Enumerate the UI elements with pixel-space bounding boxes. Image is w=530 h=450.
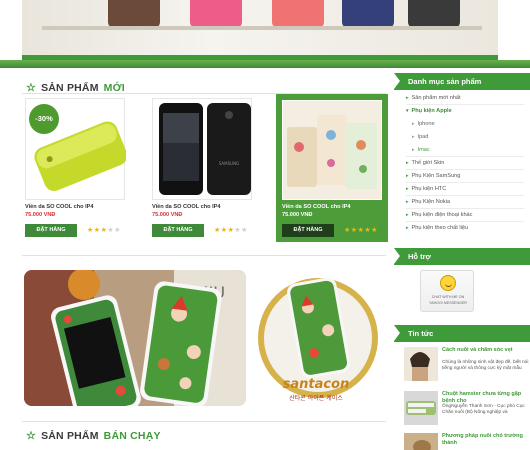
floral-wallet-case-image xyxy=(283,101,381,199)
category-item[interactable]: ▸ Thế giới Skin xyxy=(406,160,444,166)
order-button[interactable]: ĐẶT HÀNG xyxy=(25,224,77,237)
star-filled-icon: ★ xyxy=(87,227,94,234)
smiley-icon xyxy=(440,275,456,291)
christmas-phones-image: MIU xyxy=(24,270,246,406)
sidebar-news-header: Tin tức xyxy=(394,325,530,342)
news-item[interactable]: Phương pháp nuôi chó trường thành xyxy=(404,433,530,450)
banner-case-black xyxy=(408,0,460,28)
banner-case-navy xyxy=(342,0,394,28)
star-filled-icon: ★ xyxy=(220,227,228,234)
subcategory-item[interactable]: ▸ Ipad xyxy=(412,134,428,140)
svg-text:산타콘 아이폰 케이스: 산타콘 아이폰 케이스 xyxy=(289,394,343,402)
category-item[interactable]: ▸ Phụ kiện theo chất liệu xyxy=(406,225,468,231)
santacon-badge-image: santacon 산타콘 아이폰 케이스 xyxy=(258,277,378,402)
chevron-right-icon: ▸ xyxy=(406,225,409,231)
support-label-line2: YAHOO! MESSENGER xyxy=(429,301,467,305)
star-filled-icon: ★ xyxy=(371,227,378,234)
rating-stars: ★★★★★ xyxy=(344,224,378,237)
news-thumbnail[interactable] xyxy=(404,391,438,425)
section-title-accent: BÁN CHẠY xyxy=(103,429,161,442)
svg-text:SAMSUNG: SAMSUNG xyxy=(219,161,239,166)
chevron-right-icon: ▸ xyxy=(406,160,409,166)
category-divider xyxy=(406,104,524,105)
category-divider xyxy=(406,208,524,209)
support-label-line1: CHAT WITH ME ON xyxy=(431,295,465,299)
category-divider xyxy=(406,221,524,222)
product-price: 75.000 VNĐ xyxy=(25,212,56,218)
category-item[interactable]: ▸ Sản phẩm mới nhất xyxy=(406,95,461,101)
discount-badge: -30% xyxy=(29,104,59,134)
chevron-right-icon: ▸ xyxy=(406,199,409,205)
rating-stars: ★★★★★ xyxy=(214,224,248,237)
category-item[interactable]: ▸ Phụ Kiện Nokia xyxy=(406,199,450,205)
news-title[interactable]: Cách nuôi và chăm sóc vẹt xyxy=(442,347,530,354)
product-card[interactable]: SAMSUNG Viền da SO COOL cho IP4 75.000 V… xyxy=(152,96,264,244)
chevron-right-icon: ▸ xyxy=(406,173,409,179)
subcategory-item[interactable]: ▸ Iphone xyxy=(412,121,435,127)
news-thumbnail[interactable] xyxy=(404,433,438,450)
news-item[interactable]: Chuột hamster chưa từng gặp bệnh cho Ông… xyxy=(404,391,530,429)
news-title[interactable]: Phương pháp nuôi chó trường thành xyxy=(442,433,530,446)
sidebar-support-header: Hỗ trợ xyxy=(394,248,530,265)
news-thumbnail[interactable] xyxy=(404,347,438,381)
chevron-down-icon: ▾ xyxy=(406,108,409,114)
chevron-right-icon: ▸ xyxy=(406,212,409,218)
order-button[interactable]: ĐẶT HÀNG xyxy=(152,224,204,237)
banner-shelf xyxy=(42,26,482,30)
category-divider xyxy=(406,169,524,170)
product-image[interactable]: SAMSUNG xyxy=(152,98,252,200)
category-item[interactable]: ▸ Phụ kiện HTC xyxy=(406,186,446,192)
star-filled-icon: ★ xyxy=(350,227,358,234)
chevron-right-icon: ▸ xyxy=(406,186,409,192)
category-divider xyxy=(406,182,524,183)
star-filled-icon: ★ xyxy=(344,227,351,234)
news-excerpt: Chúng là những sinh vật đẹp đẽ, biết nói… xyxy=(442,360,529,371)
news-excerpt: ÔngNguyễn Thanh Sơn - Cục phó Cục Chăn n… xyxy=(442,404,525,415)
order-button[interactable]: ĐẶT HÀNG xyxy=(282,224,334,237)
banner-case-brown xyxy=(108,0,160,28)
product-image[interactable] xyxy=(282,100,382,200)
product-card-highlighted[interactable]: Viền da SO COOL cho IP4 75.000 VNĐ ĐẶT H… xyxy=(276,94,394,244)
chevron-right-icon: ▸ xyxy=(412,134,415,140)
product-card[interactable]: -30% Viền da SO COOL cho IP4 75.000 VNĐ … xyxy=(25,96,137,244)
star-outline-icon: ☆ xyxy=(26,430,37,442)
category-divider xyxy=(406,195,524,196)
section-title-prefix: SẢN PHẨM xyxy=(41,81,99,94)
yahoo-messenger-button[interactable]: CHAT WITH ME ON YAHOO! MESSENGER xyxy=(420,270,474,312)
product-name[interactable]: Viền da SO COOL cho IP4 xyxy=(25,204,94,210)
svg-text:santacon: santacon xyxy=(283,377,350,392)
category-item-open[interactable]: ▾ Phụ kiện Apple xyxy=(406,108,452,114)
product-price: 75.000 VNĐ xyxy=(282,212,313,218)
section-title-best-sellers: ☆ SẢN PHẨM BÁN CHẠY xyxy=(26,429,161,443)
sidebar-categories-header: Danh mục sản phẩm xyxy=(394,73,530,90)
category-divider xyxy=(406,156,524,157)
banner-case-pink xyxy=(190,0,242,28)
news-item[interactable]: Cách nuôi và chăm sóc vẹt Chúng là những… xyxy=(404,347,530,385)
chevron-right-icon: ▸ xyxy=(412,147,415,153)
star-filled-icon: ★ xyxy=(93,227,101,234)
category-item[interactable]: ▸ Phụ Kiện SamSung xyxy=(406,173,460,179)
section-divider xyxy=(22,255,386,256)
top-banner[interactable] xyxy=(22,0,498,60)
section-divider xyxy=(22,421,386,422)
banner-case-coral xyxy=(272,0,324,28)
star-filled-icon: ★ xyxy=(214,227,221,234)
section-title-prefix: SẢN PHẨM xyxy=(41,429,99,442)
banner-divider xyxy=(0,60,530,68)
chevron-right-icon: ▸ xyxy=(406,95,409,101)
rating-stars: ★★★★★ xyxy=(87,224,121,237)
black-phone-image: SAMSUNG xyxy=(159,103,251,195)
news-title[interactable]: Chuột hamster chưa từng gặp bệnh cho xyxy=(442,391,530,404)
section-title-accent: MỚI xyxy=(103,81,125,94)
chevron-right-icon: ▸ xyxy=(412,121,415,127)
category-item[interactable]: ▸ Phụ kiện điện thoại khác xyxy=(406,212,472,218)
star-empty-icon: ★ xyxy=(114,227,121,234)
santacon-promo-banner[interactable]: santacon 산타콘 아이폰 케이스 xyxy=(254,266,384,411)
product-price: 75.000 VNĐ xyxy=(152,212,183,218)
star-empty-icon: ★ xyxy=(241,227,248,234)
product-name[interactable]: Viền da SO COOL cho IP4 xyxy=(282,204,351,210)
christmas-promo-banner[interactable]: MIU xyxy=(24,270,246,406)
subcategory-item-current[interactable]: ▸ Imac xyxy=(412,147,430,153)
product-name[interactable]: Viền da SO COOL cho IP4 xyxy=(152,204,221,210)
